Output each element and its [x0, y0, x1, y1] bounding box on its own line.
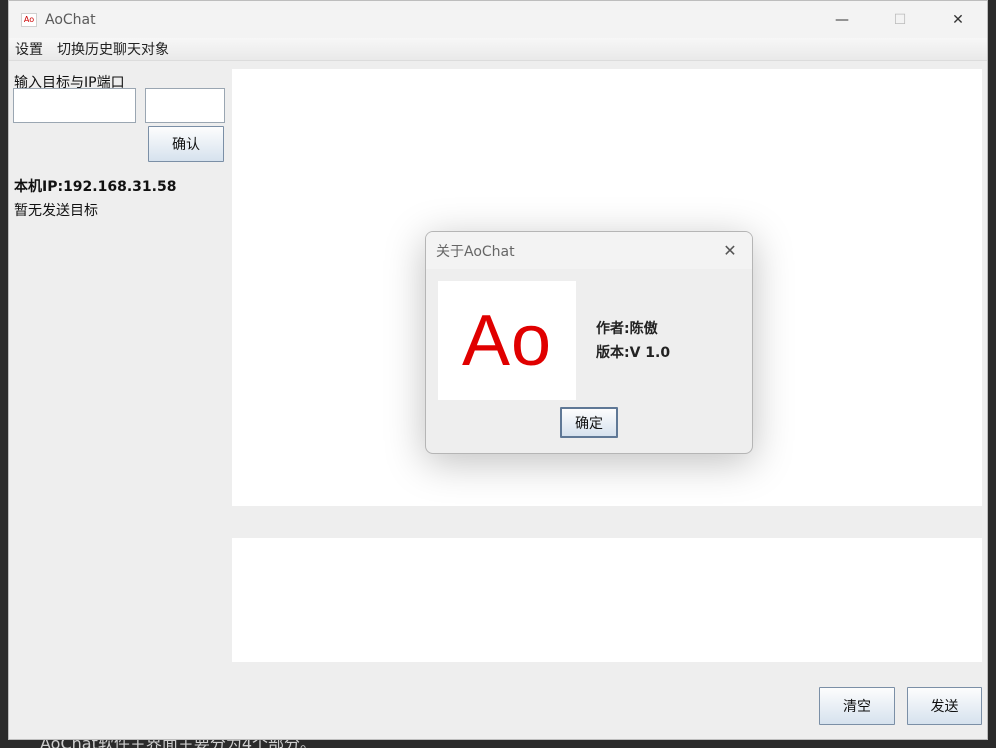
author-label: 作者:陈傲 — [596, 321, 658, 337]
window-controls: — ☐ ✕ — [813, 1, 987, 38]
close-button[interactable]: ✕ — [929, 1, 987, 38]
target-port-input[interactable] — [145, 88, 225, 123]
aochat-logo-text: Ao — [461, 300, 553, 381]
left-panel: 输入目标与IP端口 确认 本机IP:192.168.31.58 暂无发送目标 — [9, 62, 231, 739]
title-bar[interactable]: Ao AoChat — ☐ ✕ — [9, 1, 987, 38]
confirm-button[interactable]: 确认 — [148, 126, 224, 162]
about-dialog-title: 关于AoChat — [436, 243, 515, 260]
target-status-label: 暂无发送目标 — [14, 203, 98, 219]
version-label: 版本:V 1.0 — [596, 345, 671, 361]
about-dialog-close-icon[interactable]: ✕ — [718, 238, 742, 262]
menu-bar: 设置 切换历史聊天对象 — [9, 38, 987, 61]
minimize-button[interactable]: — — [813, 1, 871, 38]
aochat-logo: Ao — [438, 281, 576, 400]
send-button[interactable]: 发送 — [907, 687, 982, 725]
maximize-button[interactable]: ☐ — [871, 1, 929, 38]
about-dialog: 关于AoChat ✕ Ao 作者:陈傲 版本:V 1.0 确定 — [425, 231, 753, 454]
about-dialog-title-bar[interactable]: 关于AoChat ✕ — [426, 232, 752, 269]
app-icon: Ao — [21, 12, 37, 27]
background-bottom-strip: AoChat软件主界面主要分为4个部分。 — [0, 734, 996, 748]
menu-settings[interactable]: 设置 — [9, 39, 51, 59]
local-ip-label: 本机IP:192.168.31.58 — [14, 179, 177, 195]
clear-button[interactable]: 清空 — [819, 687, 895, 725]
message-input-area[interactable] — [232, 538, 982, 662]
menu-switch-history-contact[interactable]: 切换历史聊天对象 — [51, 39, 177, 59]
window-title: AoChat — [45, 11, 96, 28]
about-ok-button[interactable]: 确定 — [560, 407, 618, 438]
target-ip-input[interactable] — [13, 88, 136, 123]
